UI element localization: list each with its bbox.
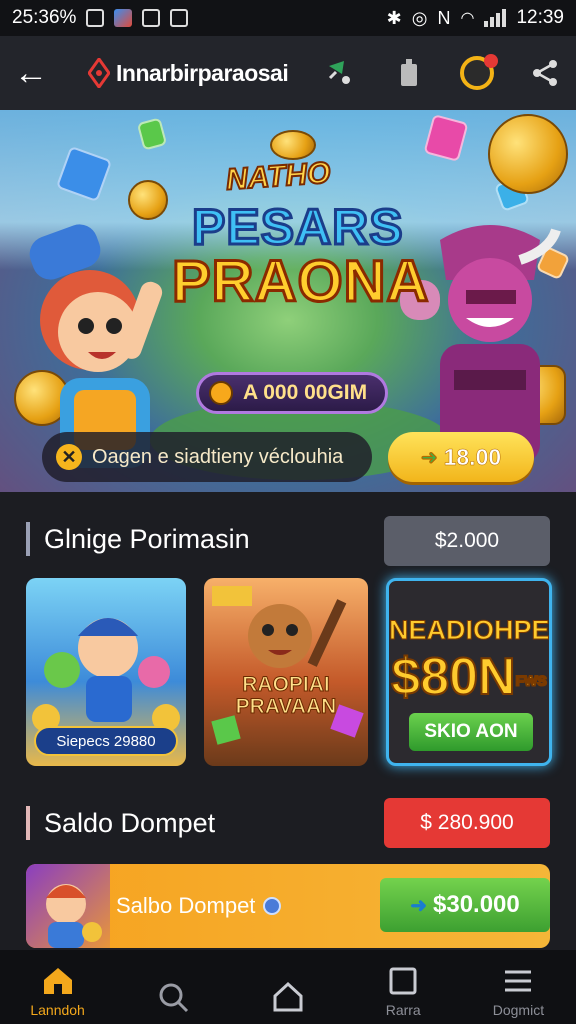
bluetooth-icon: ✱ [386,7,402,28]
app-bar: ← Innarbirparaosai [0,36,576,110]
claim-amount: 18.00 [443,443,502,470]
wallet-topup-amount: $30.000 [433,891,520,918]
bonus-card-title: NEADIOHPET [389,615,552,646]
game-card-art [211,586,364,745]
game-card-1[interactable]: Siepecs 29880 [26,578,186,766]
promo-amount-badge[interactable]: $2.000 [384,516,550,566]
hero-title-line3: PRAONA [170,248,430,316]
wallet-row-label: Salbo Dompet [116,893,256,918]
game-card-1-label: Siepecs 29880 [34,726,178,756]
bonus-card-amount: $80NFWS [389,647,549,707]
arrow-right-icon: ➜ [420,446,438,469]
signal-icon [484,9,507,27]
nav-label-home: Lanndoh [30,1002,85,1018]
shield-icon [142,9,161,27]
nfc-icon: N [437,7,451,28]
coin [488,114,568,194]
home-icon [43,968,72,994]
wallet-avatar [26,864,110,948]
app-title: Innarbirparaosai [116,59,289,86]
nav-item-rarra[interactable]: Rarra [346,950,461,1024]
brand-logo-icon [87,56,111,90]
wallet-row[interactable]: Salbo Dompet ➜ $30.000 [26,864,550,948]
wallet-icon[interactable] [392,56,426,90]
game-card-2[interactable]: RAOPIAI PRAVAAN [204,578,368,766]
claim-button[interactable]: ➜ 18.00 [388,432,534,482]
gift-icon[interactable] [324,56,358,90]
nav-item-house[interactable] [230,950,345,1024]
gallery-icon [114,9,133,27]
back-arrow-icon[interactable]: ← [14,54,58,93]
verified-icon [263,897,282,915]
share-icon[interactable] [528,56,562,90]
hero-title-line1: NATHO [224,155,332,197]
coin-notification-icon[interactable] [460,54,498,90]
hero-banner[interactable]: NATHO PESARS PRAONA A 000 00GIM ✕ Oagen … [0,110,576,492]
square-icon [389,967,417,995]
close-icon[interactable]: ✕ [56,444,82,470]
bonus-card-button[interactable]: SKIO AON [409,713,533,751]
coin [270,130,316,160]
jackpot-banner: A 000 00GIM [196,372,388,414]
search-icon [159,983,188,1013]
game-card-2-label: RAOPIAI PRAVAAN [204,673,368,718]
bonus-card-amount-text: $80N [390,647,516,707]
status-time-right: 12:39 [516,7,564,28]
coin-icon [209,381,233,405]
game-card-2-line1: RAOPIAI [242,673,331,696]
nav-label-menu: Dogmict [492,1002,545,1018]
featured-bonus-card[interactable]: NEADIOHPET $80NFWS SKIO AON [386,578,552,766]
section-wallet-header: Saldo Dompet [26,806,215,840]
status-bar: 25:36% ✱ ◎ N ◠ 12:39 [0,0,576,36]
alarm-icon: ◎ [411,7,428,28]
section-promo-header: Glnige Porimasin [26,522,250,556]
wifi-icon: ◠ [460,10,475,27]
bottom-navigation: Lanndoh Rarra Dogmict [0,950,576,1024]
promo-text: Oagen e siadtieny véclouhia [92,445,344,468]
link-icon [170,9,189,27]
arrow-right-icon: ➜ [410,894,427,917]
nav-item-menu[interactable]: Dogmict [461,950,576,1024]
wallet-amount-badge[interactable]: $ 280.900 [384,798,550,848]
wallet-topup-button[interactable]: ➜ $30.000 [380,878,550,932]
notification-icon [86,9,105,27]
section-promo-title: Glnige Porimasin [44,523,250,554]
nav-item-home[interactable]: Lanndoh [0,950,115,1024]
section-wallet-title: Saldo Dompet [44,807,216,838]
status-time-left: 25:36% [12,7,77,28]
game-card-2-line2: PRAVAAN [235,695,337,718]
promo-message[interactable]: ✕ Oagen e siadtieny véclouhia [42,432,372,482]
coin [128,180,168,220]
nav-label-rarra: Rarra [385,1002,421,1018]
jackpot-amount: A 000 00GIM [243,381,368,404]
nav-item-search[interactable] [115,950,230,1024]
section-accent-bar [26,806,30,840]
section-accent-bar [26,522,30,556]
bonus-card-badge: FWS [515,671,548,689]
menu-icon [505,970,532,992]
house-outline-icon [273,981,303,1012]
